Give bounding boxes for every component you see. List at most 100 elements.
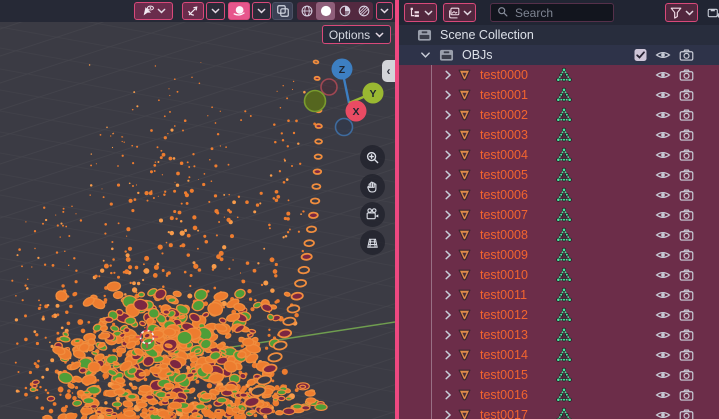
gizmo-axis-z[interactable]	[334, 117, 354, 137]
eye-icon[interactable]	[655, 230, 671, 241]
chevron-right-icon[interactable]	[444, 290, 452, 301]
camera-icon[interactable]	[679, 129, 694, 141]
object-row[interactable]: test0004	[399, 145, 719, 165]
object-row[interactable]: test0002	[399, 105, 719, 125]
eye-icon[interactable]	[655, 390, 671, 401]
eye-icon[interactable]	[655, 50, 671, 61]
overlays-dropdown[interactable]	[252, 2, 271, 20]
shading-rendered-button[interactable]	[354, 2, 373, 20]
camera-icon[interactable]	[679, 149, 694, 161]
new-collection-button[interactable]	[703, 3, 719, 22]
eye-icon[interactable]	[655, 90, 671, 101]
camera-icon[interactable]	[679, 409, 694, 419]
chevron-right-icon[interactable]	[444, 110, 452, 121]
object-row[interactable]: test0012	[399, 305, 719, 325]
chevron-right-icon[interactable]	[444, 330, 452, 341]
gizmo-toggle-button[interactable]	[182, 2, 204, 20]
chevron-right-icon[interactable]	[444, 190, 452, 201]
search-field[interactable]	[490, 3, 614, 22]
object-row[interactable]: test0006	[399, 185, 719, 205]
chevron-right-icon[interactable]	[444, 90, 452, 101]
eye-icon[interactable]	[655, 370, 671, 381]
object-row[interactable]: test0005	[399, 165, 719, 185]
eye-icon[interactable]	[655, 250, 671, 261]
object-row[interactable]: test0015	[399, 365, 719, 385]
camera-icon[interactable]	[679, 389, 694, 401]
object-row[interactable]: test0013	[399, 325, 719, 345]
collection-row-objs[interactable]: OBJs	[399, 45, 719, 65]
eye-icon[interactable]	[655, 70, 671, 81]
camera-view-button[interactable]	[360, 202, 385, 227]
editor-type-dropdown[interactable]	[404, 3, 437, 22]
camera-icon[interactable]	[679, 309, 694, 321]
shading-material-button[interactable]	[335, 2, 354, 20]
object-row[interactable]: test0014	[399, 345, 719, 365]
display-mode-dropdown[interactable]	[443, 3, 476, 22]
shading-solid-button[interactable]	[316, 2, 335, 20]
eye-icon[interactable]	[655, 150, 671, 161]
options-button[interactable]: Options	[322, 25, 391, 44]
chevron-right-icon[interactable]	[444, 250, 452, 261]
camera-icon[interactable]	[679, 329, 694, 341]
gizmo-dropdown[interactable]	[206, 2, 225, 20]
chevron-right-icon[interactable]	[444, 310, 452, 321]
object-row[interactable]: test0016	[399, 385, 719, 405]
cursor-visibility-dropdown[interactable]	[134, 2, 173, 20]
eye-icon[interactable]	[655, 110, 671, 121]
camera-icon[interactable]	[679, 229, 694, 241]
object-row[interactable]: test0011	[399, 285, 719, 305]
shading-wireframe-button[interactable]	[297, 2, 316, 20]
zoom-in-button[interactable]	[360, 145, 385, 170]
filter-dropdown[interactable]	[665, 3, 698, 22]
eye-icon[interactable]	[655, 410, 671, 419]
toggle-grid-button[interactable]	[360, 230, 385, 255]
sidebar-toggle-arrow[interactable]: ‹	[382, 60, 395, 82]
shading-dropdown[interactable]	[376, 2, 393, 20]
pan-hand-button[interactable]	[360, 174, 385, 199]
camera-icon[interactable]	[679, 249, 694, 261]
camera-icon[interactable]	[679, 369, 694, 381]
object-row[interactable]: test0007	[399, 205, 719, 225]
camera-icon[interactable]	[679, 49, 694, 61]
gizmo-axis-y[interactable]	[303, 89, 327, 113]
3d-viewport[interactable]: Options Z YX ‹	[0, 0, 395, 419]
eye-icon[interactable]	[655, 310, 671, 321]
object-row[interactable]: test0010	[399, 265, 719, 285]
camera-icon[interactable]	[679, 69, 694, 81]
eye-icon[interactable]	[655, 290, 671, 301]
object-row[interactable]: test0017	[399, 405, 719, 419]
object-row[interactable]: test0009	[399, 245, 719, 265]
eye-icon[interactable]	[655, 330, 671, 341]
chevron-right-icon[interactable]	[444, 230, 452, 241]
camera-icon[interactable]	[679, 349, 694, 361]
gizmo-axis-x[interactable]	[320, 78, 338, 96]
search-input[interactable]	[513, 4, 607, 21]
overlays-toggle-button[interactable]	[228, 2, 250, 20]
eye-icon[interactable]	[655, 350, 671, 361]
chevron-right-icon[interactable]	[444, 210, 452, 221]
object-row[interactable]: test0001	[399, 85, 719, 105]
chevron-right-icon[interactable]	[444, 410, 452, 419]
camera-icon[interactable]	[679, 269, 694, 281]
eye-icon[interactable]	[655, 270, 671, 281]
chevron-right-icon[interactable]	[444, 370, 452, 381]
chevron-right-icon[interactable]	[444, 70, 452, 81]
chevron-down-icon[interactable]	[420, 51, 431, 59]
object-row[interactable]: test0003	[399, 125, 719, 145]
camera-icon[interactable]	[679, 209, 694, 221]
eye-icon[interactable]	[655, 170, 671, 181]
eye-icon[interactable]	[655, 130, 671, 141]
eye-icon[interactable]	[655, 210, 671, 221]
chevron-right-icon[interactable]	[444, 270, 452, 281]
chevron-right-icon[interactable]	[444, 150, 452, 161]
scene-collection-row[interactable]: Scene Collection	[399, 25, 719, 45]
xray-toggle-button[interactable]	[272, 2, 293, 20]
object-row[interactable]: test0000	[399, 65, 719, 85]
camera-icon[interactable]	[679, 169, 694, 181]
camera-icon[interactable]	[679, 189, 694, 201]
chevron-right-icon[interactable]	[444, 130, 452, 141]
chevron-right-icon[interactable]	[444, 390, 452, 401]
camera-icon[interactable]	[679, 89, 694, 101]
object-row[interactable]: test0008	[399, 225, 719, 245]
chevron-right-icon[interactable]	[444, 350, 452, 361]
